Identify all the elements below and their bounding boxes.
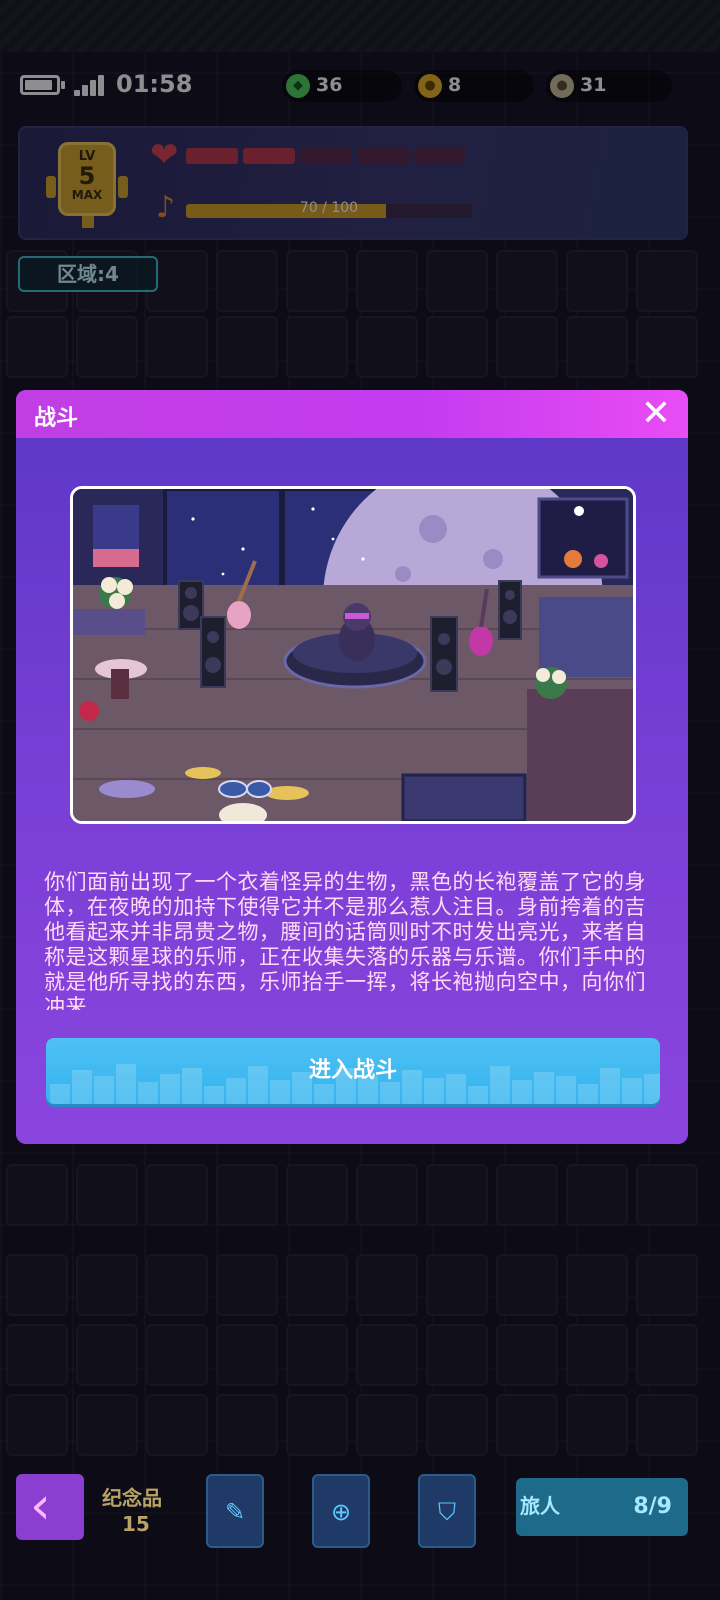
item-card-3[interactable]: ⛉ [418, 1474, 476, 1548]
music-room-illustration [73, 489, 633, 821]
traveler-count: 8/9 [633, 1494, 672, 1519]
story-text: 你们面前出现了一个衣着怪异的生物，黑色的长袍覆盖了它的身体，在夜晚的加持下使得它… [44, 870, 646, 1010]
target-icon: ⊕ [330, 1498, 352, 1526]
scene-image [70, 486, 636, 824]
chevron-left-icon: ‹ [30, 1476, 51, 1536]
shield-icon: ⛉ [438, 1498, 456, 1526]
enter-battle-label: 进入战斗 [308, 1058, 397, 1083]
modal-header: 战斗 ✕ [16, 390, 688, 438]
close-icon[interactable]: ✕ [638, 396, 674, 432]
souvenir-label: 纪念品 [102, 1486, 162, 1510]
modal-title: 战斗 [34, 406, 79, 431]
souvenir-count: 15 [122, 1512, 150, 1536]
traveler-panel[interactable]: 旅人 8/9 [516, 1478, 688, 1536]
battle-modal: 战斗 ✕ 你们面前出现了一个衣着怪异的生物，黑色的长袍覆盖了它的身体，在夜晚的加… [16, 390, 688, 1144]
back-button[interactable]: ‹ [16, 1474, 84, 1540]
pen-icon: ✎ [224, 1498, 246, 1526]
item-card-1[interactable]: ✎ [206, 1474, 264, 1548]
traveler-label: 旅人 [520, 1494, 560, 1518]
enter-battle-button[interactable]: 进入战斗 [46, 1038, 660, 1104]
item-card-2[interactable]: ⊕ [312, 1474, 370, 1548]
